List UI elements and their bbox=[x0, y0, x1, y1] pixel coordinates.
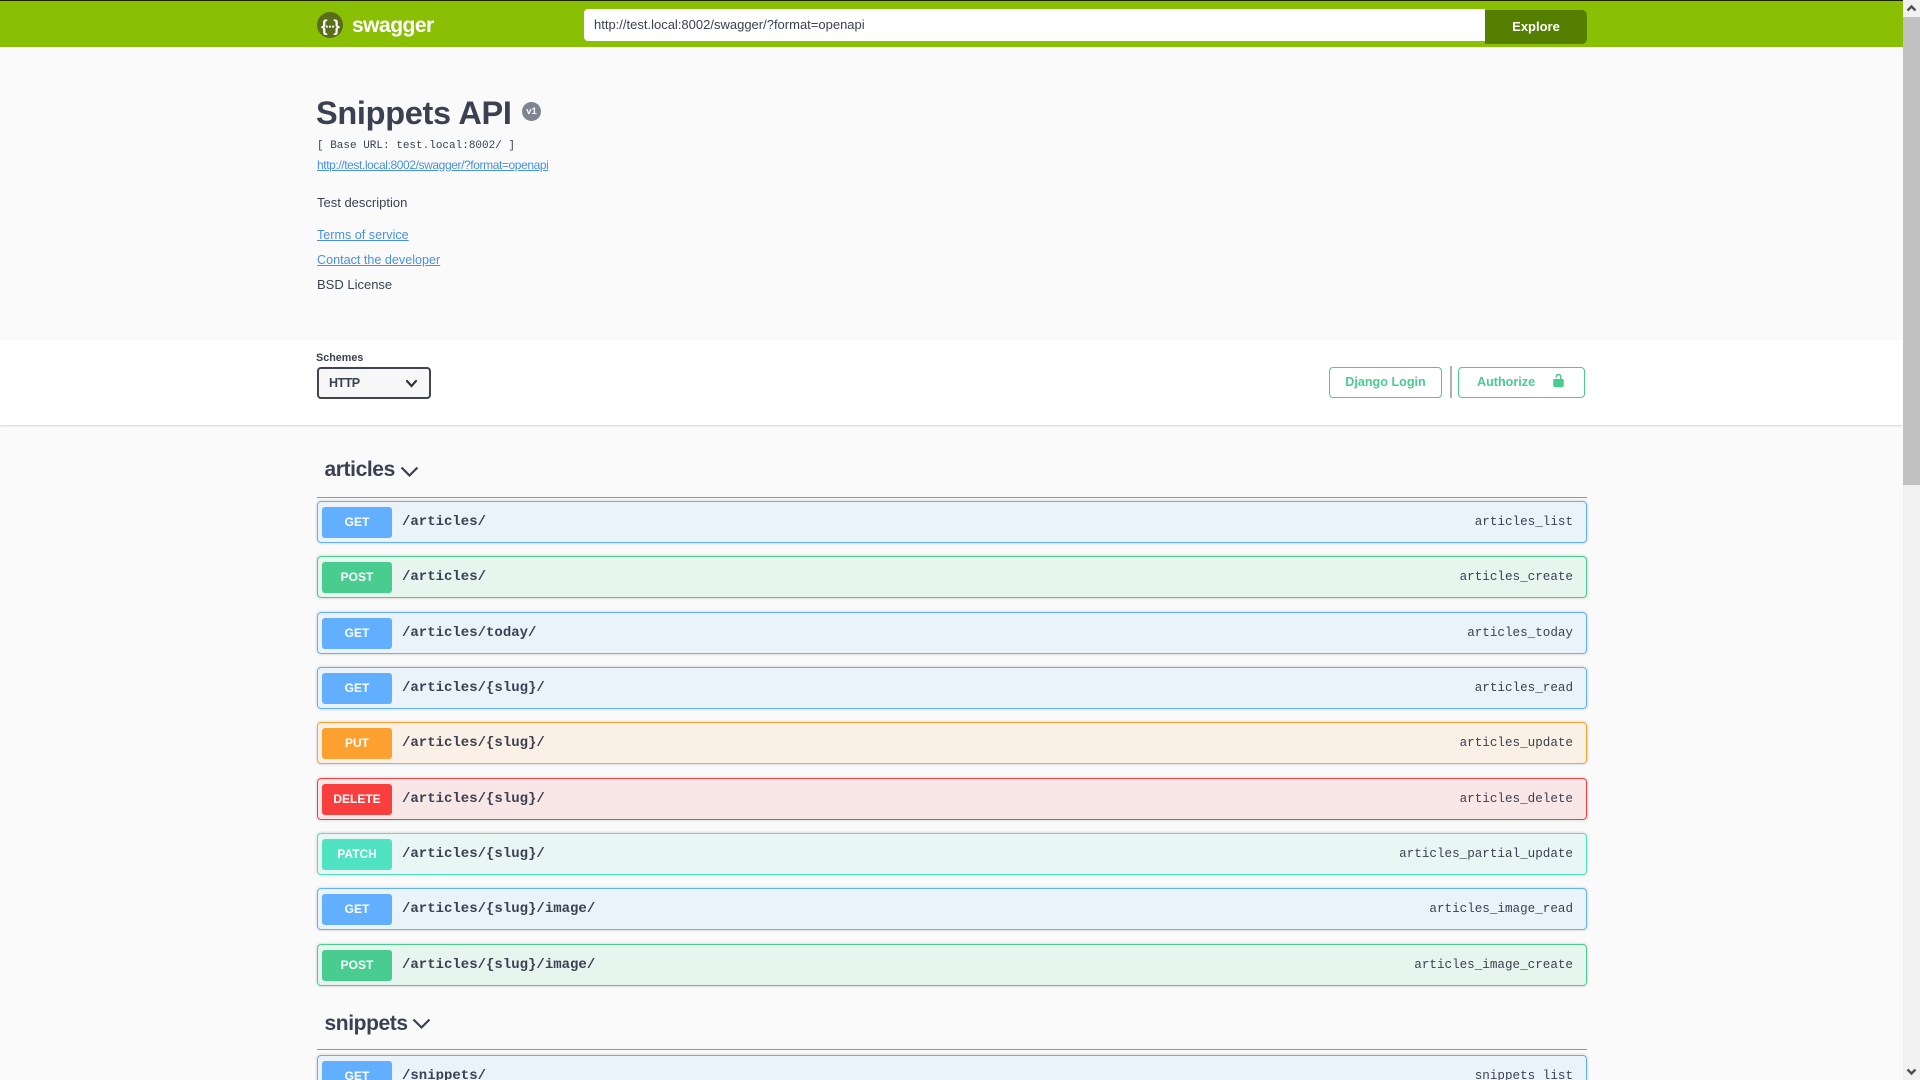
svg-text:}: } bbox=[333, 17, 340, 36]
